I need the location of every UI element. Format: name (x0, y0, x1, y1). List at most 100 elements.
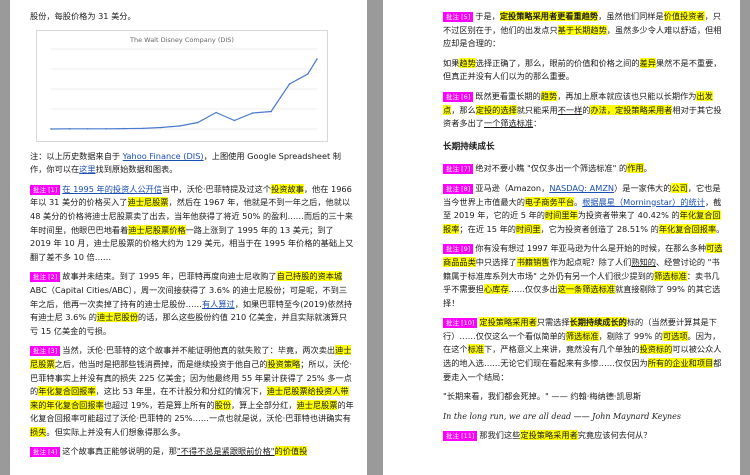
r-para3-text: 就只能采用 (516, 104, 558, 115)
document-page-left: 股份，每股价格为 31 美分。 The Walt Disney Company … (10, 0, 367, 475)
r-para1-highlight: 基于长期趋势 (557, 24, 607, 35)
r-para5-text: ，它为投资者创造了 28.51% 的 (540, 223, 659, 234)
r-paragraph-7: 批注 [10] 定投策略采用者只需选择长期持续成长的标的（当然要计算其是下行）……… (443, 316, 726, 384)
comment-marker-1[interactable]: 批注 [1] (30, 184, 61, 195)
r-para5-highlight: 年化复合回报率 (658, 223, 717, 234)
r-paragraph-2: 如果趋势选择正确了，那么，眼前的价值和价格之间的差异果然不是不重要，但真正并没有… (443, 57, 726, 84)
r-para4-text: 绝对不要小瞧 "仅仅多出一个筛选标准" 的 (475, 163, 628, 174)
r-paragraph-3: 批注 [6] 既然更看重长期的趋势，再加上原本就应该也只能以长期作为出发点，那么定… (443, 90, 726, 131)
r-para6-highlight: 书籍销售 (516, 256, 550, 267)
para2-highlight: 自己持股的资本城 (276, 271, 343, 282)
r-para3-underlined: 不一样 (557, 104, 583, 115)
para3-highlight: 股份 (214, 399, 231, 410)
r-para7-highlight: 筛选标准 (565, 330, 599, 341)
para2-link[interactable]: 有人算过 (202, 299, 235, 309)
r-para5-text: ）是一家伟大的 (614, 182, 672, 193)
r-para7-highlight: 长期持续成长的 (569, 317, 627, 328)
chart-point (288, 82, 291, 85)
para4-text: 这个故事真正能够说明的是，那 (62, 446, 177, 457)
para3-text: 。但实际上并没有人们想象得那么多。 (46, 426, 186, 437)
chart-point (178, 124, 181, 127)
chart-point (196, 121, 199, 123)
comment-marker-10[interactable]: 批注 [10] (443, 318, 478, 329)
yahoo-finance-link[interactable]: Yahoo Finance (DIS) (123, 151, 204, 161)
para4-underlined: "不得不总是紧跟眼前价格" (176, 446, 275, 457)
r-para6-text: ……仅仅多出 (508, 284, 558, 295)
r-para8-highlight: 定投策略采用者 (520, 430, 578, 441)
chart-point (233, 119, 236, 121)
r-para3-underlined: 一个筛选标准 (483, 118, 534, 129)
r-para2-text: 选择正确了，那么，眼前的价值和价格之间的 (475, 57, 640, 68)
r-para6-underlined: 熟知的 (631, 256, 656, 267)
nasdaq-amzn-link[interactable]: NASDAQ: AMZN (549, 183, 614, 193)
chart-title: The Walt Disney Company (DIS) (129, 36, 234, 44)
comment-marker-8[interactable]: 批注 [8] (443, 183, 474, 194)
r-para7-text: 只需选择 (536, 317, 570, 328)
r-para3-highlight: 趋势 (540, 90, 558, 101)
chart-point (307, 72, 309, 75)
paragraph-4: 批注 [4] 这个故事真正能够说明的是，那"不得不总是紧跟眼前价格"的价值投 (30, 445, 355, 459)
comment-marker-2[interactable]: 批注 [2] (30, 272, 61, 283)
para3-text: 之后，他当时是把那些钱消费掉，而是继续投资于他自己的 (54, 358, 268, 369)
chart-point (86, 127, 89, 130)
r-para3-highlight: ，定投策略采用者 (606, 104, 673, 115)
para3-highlight: 迪士尼股票 (296, 399, 338, 410)
stock-price-chart: The Walt Disney Company (DIS) (36, 29, 328, 142)
r-para6-text: 你有没有想过 1997 年亚马逊为什么是开始的时候，在那么多种 (475, 243, 707, 254)
r-para7-highlight: 可选项 (662, 330, 688, 341)
intro-text: 股份，每股价格为 31 美分。 (30, 11, 136, 21)
para3-highlight: 迪士尼股票 (266, 386, 308, 397)
comment-marker-7[interactable]: 批注 [7] (443, 164, 474, 175)
r-para7-text: 下，严格意义上来讲，竟然没有几个单独的 (483, 344, 640, 355)
r-para3-highlight: 办法 (590, 104, 607, 115)
para2-text: 故事并未结束。到了 1995 年，巴菲特再度向迪士尼收购了 (62, 271, 277, 282)
quote-english: In the long run, we are all dead —— John… (443, 411, 681, 421)
r-para6-text: 中只选择了 (475, 256, 517, 267)
original-data-link[interactable]: 这里 (79, 164, 95, 174)
chart-point (215, 111, 217, 113)
r-para3-text: ，那么 (451, 104, 476, 115)
r-para5-text: 亚马逊（Amazon， (475, 182, 550, 193)
comment-marker-5[interactable]: 批注 [5] (443, 12, 474, 22)
morningstar-link[interactable]: 根据晨星（Morningstar）的统计 (582, 197, 705, 207)
r-paragraph-5: 批注 [8] 亚马逊（Amazon，NASDAQ: AMZN）是一家伟大的公司 ，它… (443, 182, 726, 236)
r-para6-highlight: 筛选标准 (654, 270, 687, 281)
r-para1-highlight: 定投策略采用者更看重趋势 (499, 11, 599, 21)
r-para3-text: ： (533, 118, 542, 129)
r-para5-text: 。 (574, 196, 583, 207)
para1-link[interactable]: 在 1995 年的投资人公开信 (62, 184, 162, 194)
r-paragraph-1: 批注 [5] 于是，定投策略采用者更看重趋势，虽然他们同样是价值投资者，只不过区别… (443, 10, 726, 51)
r-para5-highlight: 电子商务平台 (524, 196, 575, 207)
r-para5-highlight: 时间里 (515, 223, 541, 234)
para3-text: 也超过 19%，若是算上所有的 (103, 399, 215, 410)
r-paragraph-8: 批注 [11] 那我们这些定投策略采用者究竟应该何去何从？ (443, 429, 726, 443)
r-para3-highlight: 定投的选择 (475, 104, 517, 115)
para1-text: 当中，沃伦·巴菲特提及过这个 (162, 183, 272, 194)
note-post: 找到原始数据和图表。 (95, 164, 178, 175)
para3-highlight: 年化复合回报率 (46, 399, 104, 410)
chart-point (68, 127, 71, 130)
paragraph-1: 批注 [1] 在 1995 年的投资人公开信当中，沃伦·巴菲特提及过这个投资故事 ，… (30, 183, 355, 265)
para2-highlight: 迪士尼股份 (96, 312, 138, 323)
document-page-right: 批注 [5] 于是，定投策略采用者更看重趋势，虽然他们同样是价值投资者，只不过区别… (383, 0, 740, 475)
r-para6-highlight: 心库存 (483, 284, 509, 295)
r-para8-text: 那我们这些 (479, 430, 521, 441)
r-para1-highlight: 价值投资者 (663, 11, 705, 21)
r-para4-text: 。 (643, 163, 652, 174)
quote-chinese: "长期来看，我们都会死掉。" —— 约翰·梅纳德·凯恩斯 (443, 391, 642, 402)
comment-marker-4[interactable]: 批注 [4] (30, 447, 61, 458)
paragraph-2: 批注 [2] 故事并未结束。到了 1995 年，巴菲特再度向迪士尼收购了自己持股的… (30, 270, 355, 338)
r-para5-text: ；在近 15 年的 (459, 223, 516, 234)
r-para5-highlight: 公司 (671, 182, 688, 193)
comment-marker-9[interactable]: 批注 [9] (443, 244, 474, 255)
r-para4-highlight: 作用 (627, 163, 644, 174)
para1-highlight: 投资故事 (271, 183, 304, 194)
r-para5-highlight: 时间里年 (544, 210, 578, 221)
comment-marker-6[interactable]: 批注 [6] (443, 91, 474, 102)
comment-marker-11[interactable]: 批注 [11] (443, 431, 478, 442)
r-para3-text: 既然更看重长期的 (475, 90, 541, 101)
comment-marker-3[interactable]: 批注 [3] (30, 346, 61, 357)
para1-highlight: 迪士尼股票 (127, 197, 169, 208)
para3-highlight: 损失 (30, 426, 47, 437)
section-heading: 长期持续成长 (443, 141, 495, 152)
